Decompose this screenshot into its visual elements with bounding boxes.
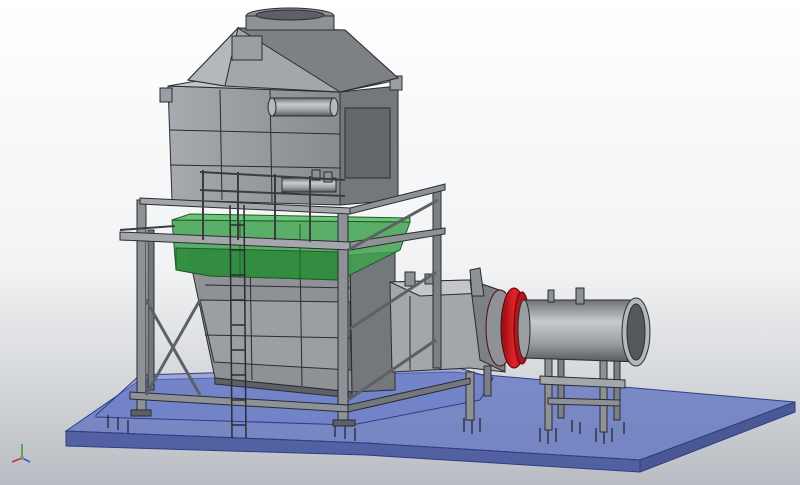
outlet-pipe[interactable]	[517, 287, 651, 367]
triad-origin	[20, 456, 24, 460]
cad-3d-viewport[interactable]	[0, 0, 800, 485]
upper-casing[interactable]	[159, 75, 403, 206]
model-canvas[interactable]	[0, 0, 800, 485]
